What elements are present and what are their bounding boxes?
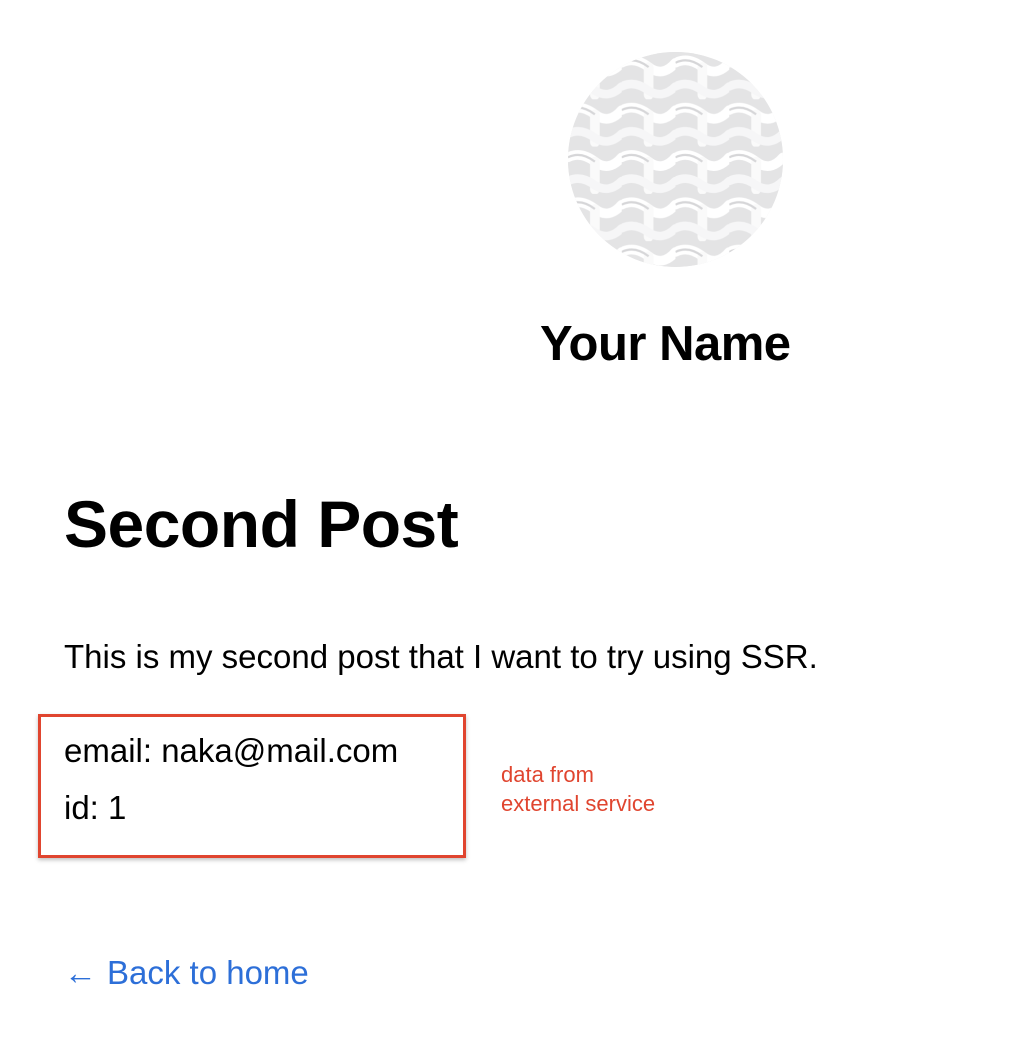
annotation-line-2: external service	[501, 791, 656, 816]
back-to-home-label: Back to home	[107, 954, 309, 991]
annotation-line-1: data from	[501, 762, 594, 787]
avatar	[568, 52, 783, 267]
annotation-note: data from external service	[501, 760, 721, 818]
avatar-pattern-image	[568, 52, 783, 267]
site-name: Your Name	[540, 317, 791, 371]
post-body: This is my second post that I want to tr…	[64, 638, 818, 675]
back-to-home-link[interactable]: ← Back to home	[64, 952, 309, 994]
email-value: email: naka@mail.com	[64, 732, 399, 769]
left-arrow-icon: ←	[64, 954, 97, 991]
post-title: Second Post	[64, 487, 459, 561]
id-value: id: 1	[64, 789, 127, 826]
